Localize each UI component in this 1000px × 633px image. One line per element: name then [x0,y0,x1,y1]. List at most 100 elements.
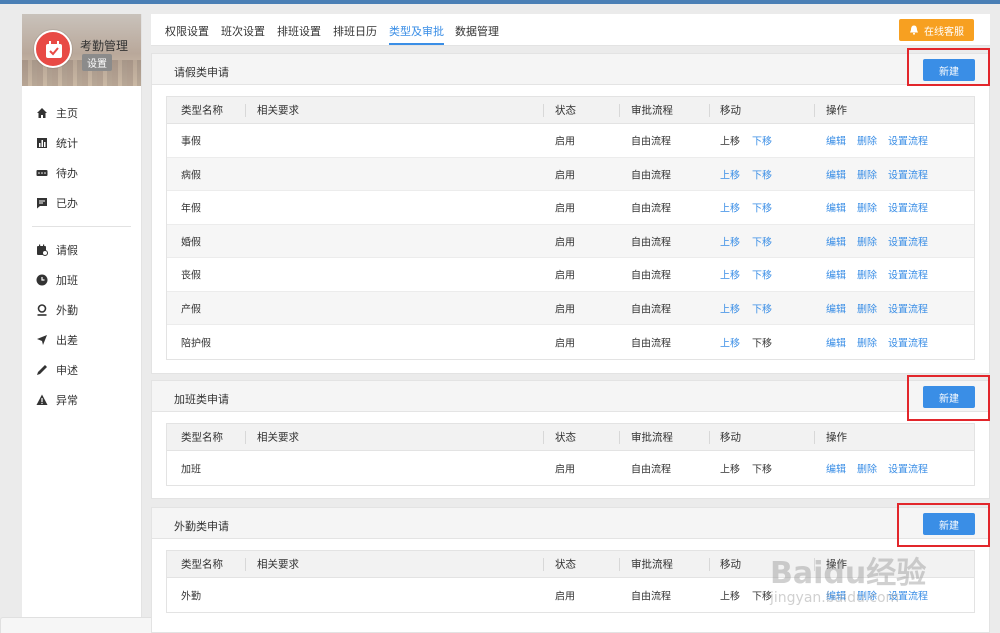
set-flow-link[interactable]: 设置流程 [888,334,928,349]
move-up-link[interactable]: 上移 [720,166,740,181]
nav-label: 加班 [56,274,78,287]
col-actions: 操作 [826,431,847,444]
move-up-link[interactable]: 上移 [720,334,740,349]
col-status: 状态 [555,558,576,571]
delete-link[interactable]: 删除 [857,233,877,248]
nav-item-home[interactable]: 主页 [22,98,141,128]
delete-link[interactable]: 删除 [857,267,877,282]
edit-link[interactable]: 编辑 [826,233,846,248]
nav-item-business-trip[interactable]: 出差 [22,325,141,355]
col-requirements: 相关要求 [257,558,299,571]
move-down-link[interactable]: 下移 [752,300,772,315]
col-type-name: 类型名称 [181,558,223,571]
tab-schedule-calendar[interactable]: 排班日历 [333,23,377,39]
col-approval-flow: 审批流程 [631,558,673,571]
table-row: 病假 启用 自由流程 上移 下移 编辑 删除 设置流程 [167,157,974,191]
col-actions: 操作 [826,104,847,117]
approval-flow: 自由流程 [631,591,671,603]
edit-link[interactable]: 编辑 [826,587,846,602]
status: 启用 [555,338,575,350]
status: 启用 [555,304,575,316]
nav-label: 统计 [56,137,78,150]
delete-link[interactable]: 删除 [857,460,877,475]
edit-link[interactable]: 编辑 [826,200,846,215]
nav-item-todo[interactable]: 待办 [22,158,141,188]
tab-shifts[interactable]: 班次设置 [221,23,265,39]
move-down-link[interactable]: 下移 [752,133,772,148]
section-title: 请假类申请 [174,66,229,79]
nav-item-overtime[interactable]: 加班 [22,265,141,295]
col-divider [709,104,710,117]
table-row: 丧假 启用 自由流程 上移 下移 编辑 删除 设置流程 [167,258,974,292]
table-row: 产假 启用 自由流程 上移 下移 编辑 删除 设置流程 [167,291,974,325]
tab-types-approval[interactable]: 类型及审批 [389,23,444,45]
delete-link[interactable]: 删除 [857,300,877,315]
set-flow-link[interactable]: 设置流程 [888,267,928,282]
nav-item-done[interactable]: 已办 [22,188,141,218]
set-flow-link[interactable]: 设置流程 [888,200,928,215]
edit-link[interactable]: 编辑 [826,267,846,282]
nav-item-leave[interactable]: 请假 [22,235,141,265]
move-down-link[interactable]: 下移 [752,200,772,215]
col-move: 移动 [720,431,741,444]
edit-link[interactable]: 编辑 [826,300,846,315]
nav-item-field-work[interactable]: 外勤 [22,295,141,325]
move-up-link[interactable]: 上移 [720,200,740,215]
type-name: 产假 [181,304,201,316]
col-divider [709,558,710,571]
service-label: 在线客服 [924,26,964,38]
col-type-name: 类型名称 [181,104,223,117]
move-up-link[interactable]: 上移 [720,233,740,248]
nav-label: 申述 [56,364,78,377]
set-flow-link[interactable]: 设置流程 [888,460,928,475]
tab-scheduling[interactable]: 排班设置 [277,23,321,39]
nav-item-stats[interactable]: 统计 [22,128,141,158]
delete-link[interactable]: 删除 [857,200,877,215]
move-down-link[interactable]: 下移 [752,267,772,282]
nav-label: 已办 [56,197,78,210]
delete-link[interactable]: 删除 [857,587,877,602]
move-down-link[interactable]: 下移 [752,166,772,181]
todo-icon [36,167,48,179]
move-up-link[interactable]: 上移 [720,267,740,282]
section-header: 外勤类申请 新建 [152,508,989,539]
nav-item-exception[interactable]: 异常 [22,385,141,415]
edit-link[interactable]: 编辑 [826,166,846,181]
set-flow-link[interactable]: 设置流程 [888,300,928,315]
set-flow-link[interactable]: 设置流程 [888,133,928,148]
status: 启用 [555,237,575,249]
move-down-text: 下移 [752,591,772,603]
nav-label: 出差 [56,334,78,347]
delete-link[interactable]: 删除 [857,166,877,181]
col-divider [245,431,246,444]
table-header-row: 类型名称 相关要求 状态 审批流程 移动 操作 [167,424,974,451]
move-up-link[interactable]: 上移 [720,300,740,315]
tab-data-management[interactable]: 数据管理 [455,23,499,39]
move-down-link[interactable]: 下移 [752,233,772,248]
online-service-button[interactable]: 在线客服 [899,19,974,41]
sidebar: 考勤管理 设置 主页 统计 待办 已办 请假 加班 外勤 出差 申述 异常 [22,14,142,633]
section-header: 请假类申请 新建 [152,54,989,85]
edit-link[interactable]: 编辑 [826,460,846,475]
nav-item-appeal[interactable]: 申述 [22,355,141,385]
set-flow-link[interactable]: 设置流程 [888,166,928,181]
delete-link[interactable]: 删除 [857,334,877,349]
move-up-text: 上移 [720,591,740,603]
edit-link[interactable]: 编辑 [826,133,846,148]
col-divider [245,558,246,571]
col-move: 移动 [720,104,741,117]
section-leave: 请假类申请 新建 类型名称 相关要求 状态 审批流程 移动 操作 事假 启用 自… [151,53,990,374]
col-divider [245,104,246,117]
col-divider [543,431,544,444]
window-top-bar [0,0,1000,4]
edit-link[interactable]: 编辑 [826,334,846,349]
tab-permissions[interactable]: 权限设置 [165,23,209,39]
nav-label: 请假 [56,244,78,257]
table-header-row: 类型名称 相关要求 状态 审批流程 移动 操作 [167,97,974,124]
section-field-work: 外勤类申请 新建 类型名称 相关要求 状态 审批流程 移动 操作 外勤 启用 自… [151,507,990,633]
delete-link[interactable]: 删除 [857,133,877,148]
status: 启用 [555,270,575,282]
col-divider [814,431,815,444]
set-flow-link[interactable]: 设置流程 [888,233,928,248]
set-flow-link[interactable]: 设置流程 [888,587,928,602]
